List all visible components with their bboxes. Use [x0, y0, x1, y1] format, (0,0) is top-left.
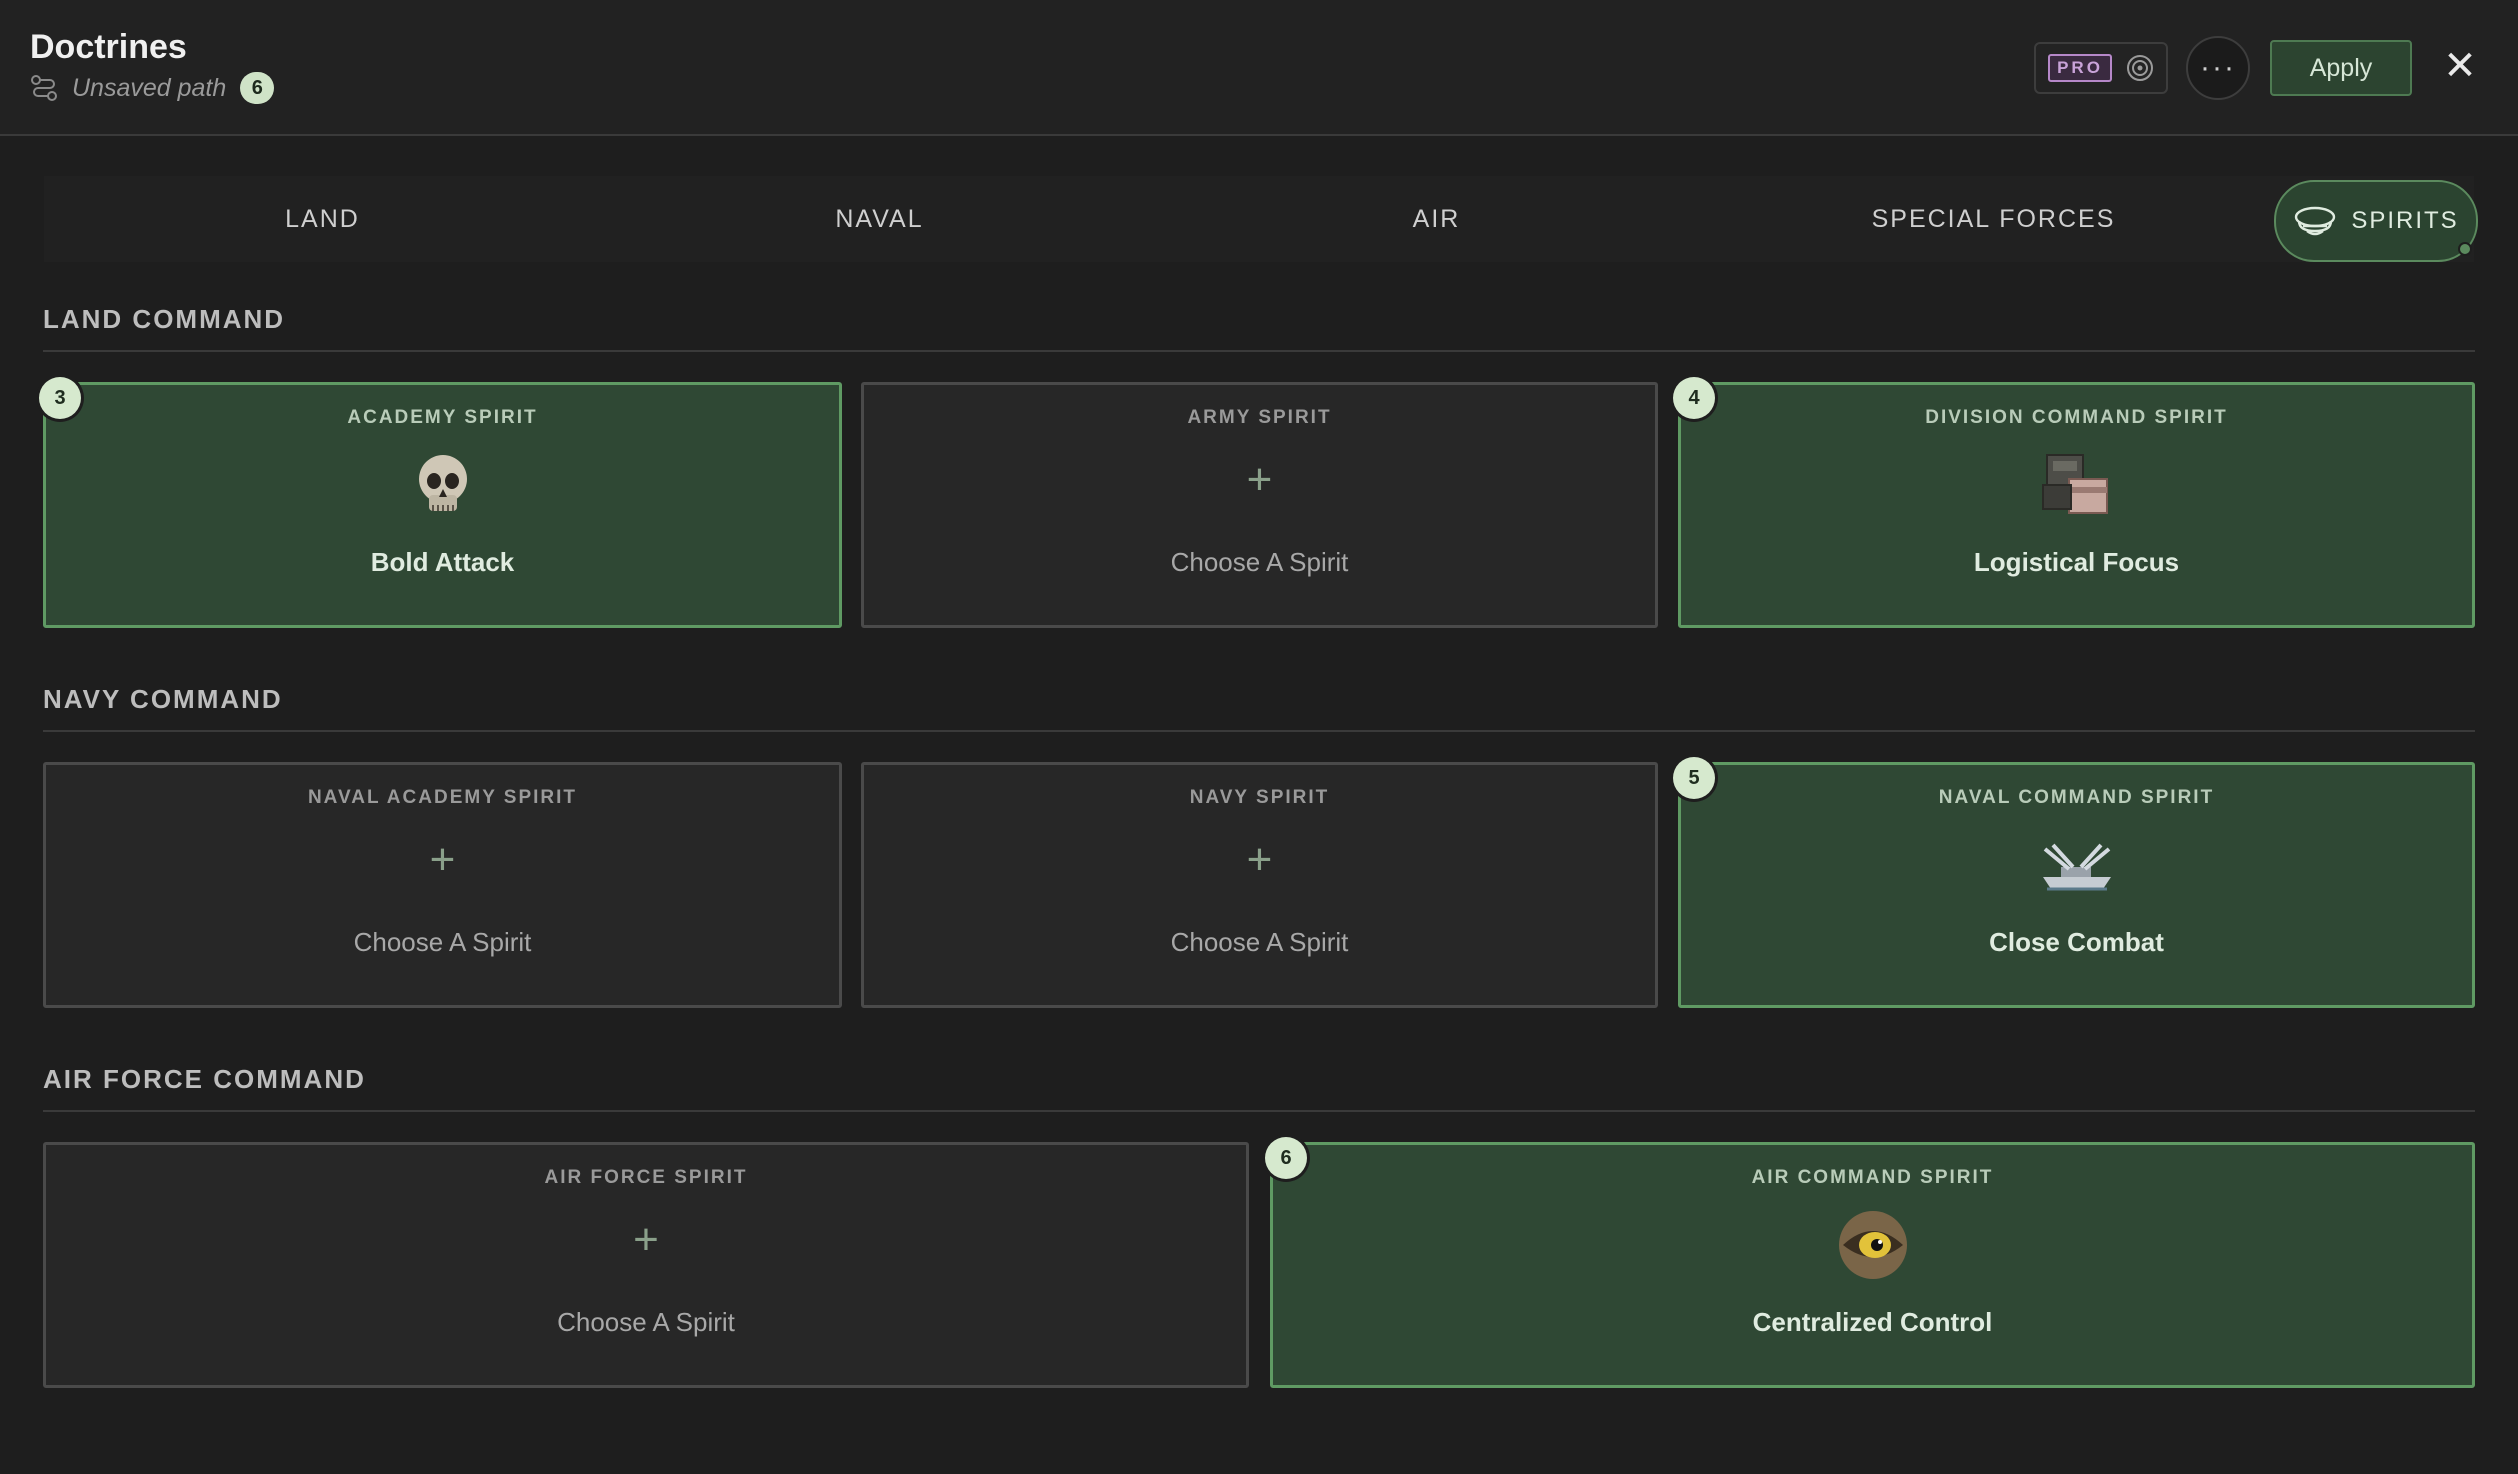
navy-spirit-card[interactable]: NAVY SPIRIT + Choose A Spirit — [861, 762, 1658, 1008]
path-status: Unsaved path 6 — [30, 72, 275, 104]
warship-icon — [2042, 843, 2111, 891]
plus-icon: + — [429, 835, 456, 884]
tab-bar: LAND NAVAL AIR SPECIAL FORCES — [44, 176, 2474, 262]
section-divider — [43, 1110, 2475, 1112]
card-label: AIR FORCE SPIRIT — [544, 1167, 748, 1188]
tab-land[interactable]: LAND — [44, 176, 601, 262]
naval-command-spirit-card[interactable]: NAVAL COMMAND SPIRIT Close Combat — [1678, 762, 2475, 1008]
path-count-badge: 6 — [240, 72, 275, 104]
air-force-spirit-card[interactable]: AIR FORCE SPIRIT + Choose A Spirit — [43, 1142, 1249, 1388]
order-badge: 3 — [39, 377, 81, 419]
card-name: Close Combat — [1989, 927, 2164, 957]
active-indicator — [2458, 242, 2472, 256]
card-name: Bold Attack — [370, 547, 515, 577]
section-title-air-force-command: AIR FORCE COMMAND — [43, 1064, 366, 1094]
air-command-spirit-card[interactable]: AIR COMMAND SPIRIT Centralized Control — [1270, 1142, 2475, 1388]
path-icon — [31, 75, 57, 101]
card-label: DIVISION COMMAND SPIRIT — [1925, 407, 2228, 428]
card-label: AIR COMMAND SPIRIT — [1751, 1167, 1994, 1188]
card-name: Choose A Spirit — [557, 1307, 735, 1337]
plus-icon: + — [1246, 835, 1273, 884]
card-label: NAVY SPIRIT — [1189, 787, 1330, 808]
target-icon — [2126, 55, 2153, 81]
apply-button[interactable]: Apply — [2270, 40, 2412, 96]
card-label: ACADEMY SPIRIT — [347, 407, 538, 428]
pro-toggle[interactable]: PRO — [2034, 42, 2168, 94]
unsaved-path-label: Unsaved path — [72, 73, 227, 102]
section-title-land-command: LAND COMMAND — [43, 304, 286, 334]
card-name: Choose A Spirit — [1170, 547, 1349, 577]
card-label: NAVAL COMMAND SPIRIT — [1938, 787, 2215, 808]
officer-cap-icon — [2295, 206, 2336, 236]
section-divider — [43, 350, 2475, 352]
page-title: Doctrines — [30, 28, 187, 66]
close-icon[interactable]: ✕ — [2440, 44, 2480, 88]
tab-spirits-label: SPIRITS — [2351, 207, 2459, 234]
tab-naval[interactable]: NAVAL — [601, 176, 1158, 262]
division-command-spirit-card[interactable]: DIVISION COMMAND SPIRIT Logistical Focus — [1678, 382, 2475, 628]
card-name: Choose A Spirit — [353, 927, 532, 957]
more-options-button[interactable]: ··· — [2186, 36, 2250, 100]
plus-icon: + — [633, 1215, 659, 1264]
pro-badge: PRO — [2048, 54, 2112, 82]
tab-air[interactable]: AIR — [1158, 176, 1715, 262]
plus-icon: + — [1246, 455, 1273, 504]
order-badge: 5 — [1673, 757, 1715, 799]
card-name: Centralized Control — [1752, 1307, 1993, 1337]
header: Doctrines Unsaved path 6 PRO ··· Apply ✕ — [0, 0, 2518, 136]
tab-spirits[interactable]: SPIRITS — [2274, 180, 2478, 262]
order-badge: 6 — [1265, 1137, 1307, 1179]
card-name: Choose A Spirit — [1170, 927, 1349, 957]
card-name: Logistical Focus — [1973, 547, 2180, 577]
academy-spirit-card[interactable]: ACADEMY SPIRIT Bold Attack — [43, 382, 842, 628]
army-spirit-card[interactable]: ARMY SPIRIT + Choose A Spirit — [861, 382, 1658, 628]
supply-crates-icon — [2041, 454, 2108, 514]
naval-academy-spirit-card[interactable]: NAVAL ACADEMY SPIRIT + Choose A Spirit — [43, 762, 842, 1008]
skull-icon — [418, 455, 467, 511]
tab-special-forces[interactable]: SPECIAL FORCES — [1715, 176, 2272, 262]
section-divider — [43, 730, 2475, 732]
section-title-navy-command: NAVY COMMAND — [43, 684, 283, 714]
card-label: ARMY SPIRIT — [1187, 407, 1332, 428]
eagle-eye-icon — [1838, 1211, 1907, 1279]
order-badge: 4 — [1673, 377, 1715, 419]
card-label: NAVAL ACADEMY SPIRIT — [307, 787, 578, 808]
